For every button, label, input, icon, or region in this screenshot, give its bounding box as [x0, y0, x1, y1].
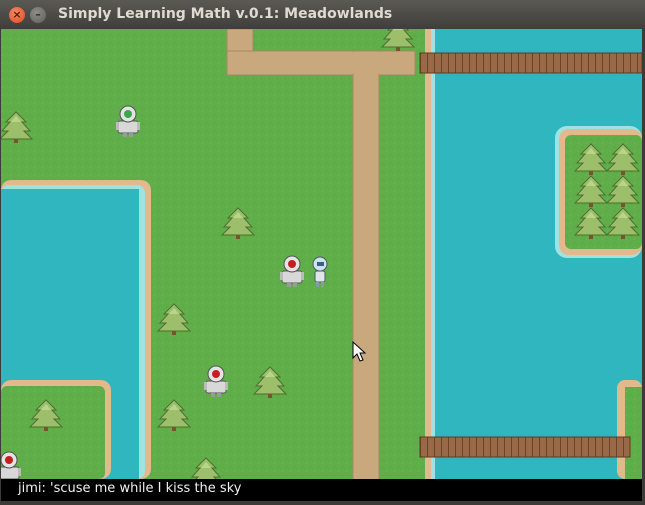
application-window: × – Simply Learning Math v.0.1: Meadowla… [0, 0, 645, 505]
close-icon[interactable]: × [9, 7, 25, 23]
game-map[interactable] [1, 29, 642, 479]
game-viewport[interactable] [1, 29, 642, 479]
left-pond [1, 180, 151, 479]
window-title: Simply Learning Math v.0.1: Meadowlands [58, 6, 393, 22]
minimize-icon[interactable]: – [30, 7, 46, 23]
title-bar[interactable]: × – Simply Learning Math v.0.1: Meadowla… [0, 0, 645, 29]
chat-bar: jimi: 'scuse me while I kiss the sky [1, 479, 642, 501]
bridge-top[interactable] [419, 52, 642, 74]
bridge-bottom[interactable] [419, 436, 631, 458]
shore-grass-bottom-right [617, 380, 642, 479]
chat-message: jimi: 'scuse me while I kiss the sky [18, 481, 242, 496]
